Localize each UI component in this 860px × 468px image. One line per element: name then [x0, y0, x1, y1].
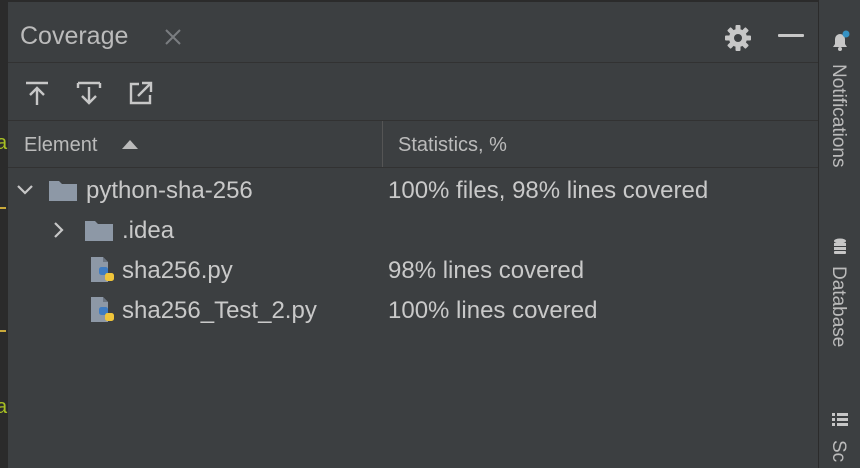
folder-icon — [84, 216, 114, 244]
coverage-panel: Coverage Element Statistics, % python-sh… — [8, 0, 818, 468]
gutter-fragment: a — [0, 132, 8, 154]
structure-tool-button[interactable]: Sc — [827, 440, 849, 462]
gear-icon[interactable] — [724, 24, 752, 52]
chevron-down-icon[interactable] — [16, 181, 34, 199]
gutter-mark — [0, 207, 6, 209]
gutter-fragment: a — [0, 396, 8, 418]
column-header-element[interactable]: Element — [8, 121, 382, 167]
notifications-tool-button[interactable]: Notifications — [827, 64, 849, 168]
tree-row[interactable]: .idea — [8, 210, 818, 250]
coverage-toolbar — [8, 64, 818, 120]
panel-title: Coverage — [20, 22, 129, 50]
column-header-statistics[interactable]: Statistics, % — [383, 121, 818, 167]
folder-icon — [48, 176, 78, 204]
tree-item-name: python-sha-256 — [86, 177, 253, 204]
tree-item-stat: 100% lines covered — [388, 297, 598, 324]
title-divider — [8, 62, 818, 63]
tree-row[interactable]: python-sha-256 100% files, 98% lines cov… — [8, 170, 818, 210]
editor-gutter: a a — [0, 0, 8, 468]
tree-item-stat: 98% lines covered — [388, 257, 585, 284]
table-header: Element Statistics, % — [8, 120, 818, 168]
structure-icon[interactable] — [829, 410, 851, 432]
column-label-element: Element — [24, 134, 98, 156]
python-file-icon — [88, 296, 118, 324]
gutter-mark — [0, 330, 6, 332]
minimize-icon[interactable] — [778, 34, 804, 37]
sort-ascending-icon — [122, 140, 138, 149]
python-file-icon — [88, 256, 118, 284]
export-icon[interactable] — [126, 78, 156, 108]
tree-item-name: sha256.py — [122, 257, 233, 284]
close-tab-icon[interactable] — [162, 26, 184, 48]
database-tool-button[interactable]: Database — [827, 266, 849, 347]
import-up-icon[interactable] — [22, 78, 52, 108]
right-tool-strip: Notifications Database Sc — [818, 0, 860, 468]
tree-item-name: sha256_Test_2.py — [122, 297, 317, 324]
database-icon[interactable] — [829, 236, 851, 258]
tree-row[interactable]: sha256.py 98% lines covered — [8, 250, 818, 290]
column-label-statistics: Statistics, % — [398, 134, 507, 156]
chevron-right-icon[interactable] — [50, 221, 68, 239]
import-down-icon[interactable] — [74, 78, 104, 108]
panel-titlebar: Coverage — [8, 8, 818, 64]
bell-icon[interactable] — [829, 30, 851, 52]
tree-row[interactable]: sha256_Test_2.py 100% lines covered — [8, 290, 818, 330]
tree-item-name: .idea — [122, 217, 175, 244]
tree-item-stat: 100% files, 98% lines covered — [388, 177, 709, 204]
